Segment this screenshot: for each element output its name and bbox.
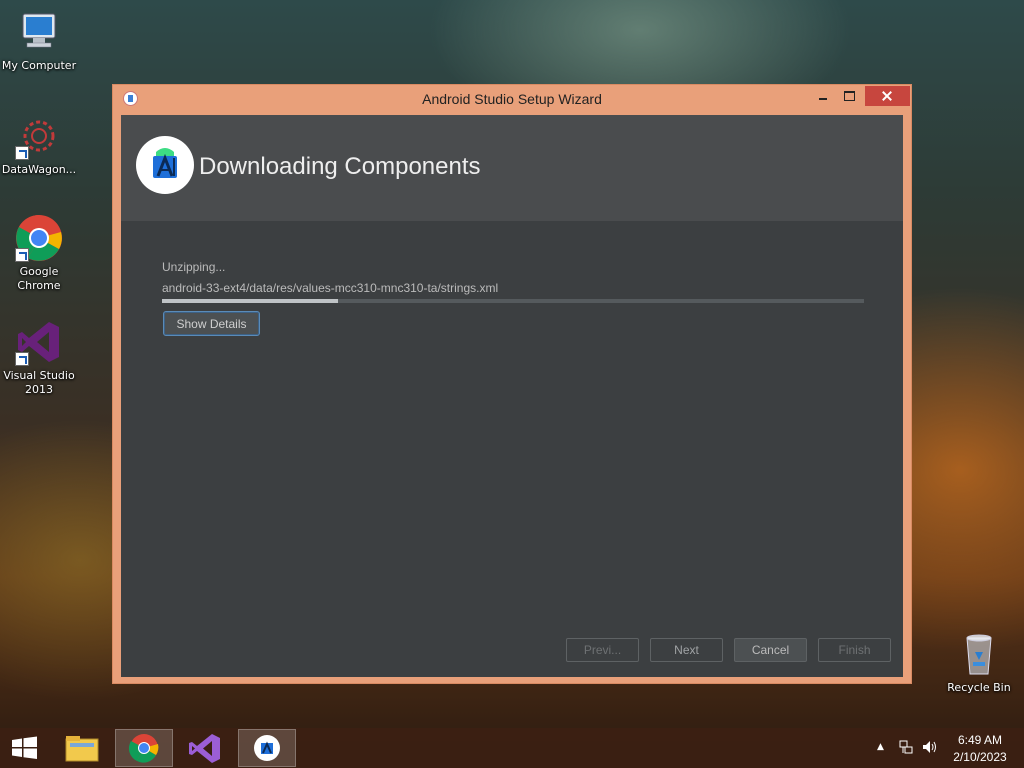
next-button[interactable]: Next [650,638,723,662]
chrome-icon [15,214,63,262]
maximize-button[interactable] [836,86,862,106]
download-progress-bar [162,299,864,303]
close-button[interactable] [865,86,910,106]
recycle-bin-icon [955,630,1003,678]
desktop-icon-recycle-bin[interactable]: Recycle Bin [940,630,1018,695]
desktop-icon-label: DataWagon... [1,163,77,176]
show-details-button[interactable]: Show Details [163,311,260,336]
status-text: Unzipping... [162,260,226,274]
windows-logo-icon [12,736,37,759]
taskbar-android-studio[interactable] [238,729,296,767]
setup-wizard-window: Android Studio Setup Wizard Downloading … [112,84,912,684]
title-bar[interactable]: Android Studio Setup Wizard [113,85,911,113]
start-button[interactable] [0,729,50,767]
desktop-icon-my-computer[interactable]: My Computer [0,8,78,73]
shortcut-arrow-icon [15,352,29,366]
finish-button[interactable]: Finish [818,638,891,662]
taskbar-visual-studio[interactable] [176,729,234,767]
current-file-path: android-33-ext4/data/res/values-mcc310-m… [162,281,499,295]
clock-date[interactable]: 2/10/2023 [950,750,1010,764]
chrome-icon [128,734,159,763]
computer-icon [15,8,63,56]
desktop-icon-datawagon[interactable]: DataWagon... [0,112,78,177]
cancel-button[interactable]: Cancel [734,638,807,662]
taskbar-chrome[interactable] [115,729,173,767]
android-studio-icon [254,735,280,761]
datawagon-icon [15,112,63,160]
page-title: Downloading Components [199,153,481,180]
window-title: Android Studio Setup Wizard [422,91,602,107]
wizard-header: Downloading Components [121,115,903,221]
file-explorer-icon [65,736,99,762]
taskbar: ▲ 6:49 AM 2/10/2023 [0,728,1024,768]
progress-fill [162,299,338,303]
desktop-icon-label: Google Chrome [17,265,61,292]
desktop-icon-visual-studio[interactable]: Visual Studio 2013 [0,318,78,397]
visual-studio-icon [15,318,63,366]
clock-time[interactable]: 6:49 AM [950,733,1010,747]
wizard-content: Downloading Components Unzipping... andr… [121,115,903,677]
shortcut-arrow-icon [15,146,29,160]
previous-button[interactable]: Previ... [566,638,639,662]
volume-icon[interactable] [921,739,939,758]
desktop-icon-label: My Computer [1,59,77,72]
network-icon[interactable] [898,739,914,758]
android-studio-logo-icon [136,136,194,194]
visual-studio-icon [189,734,220,763]
shortcut-arrow-icon [15,248,29,262]
desktop-icon-label: Recycle Bin [947,681,1011,694]
desktop-icon-google-chrome[interactable]: Google Chrome [0,214,78,293]
desktop-icon-label: Visual Studio 2013 [3,369,75,396]
taskbar-file-explorer[interactable] [54,729,112,767]
minimize-button[interactable] [810,86,836,106]
show-hidden-icons-icon[interactable]: ▲ [877,742,884,752]
